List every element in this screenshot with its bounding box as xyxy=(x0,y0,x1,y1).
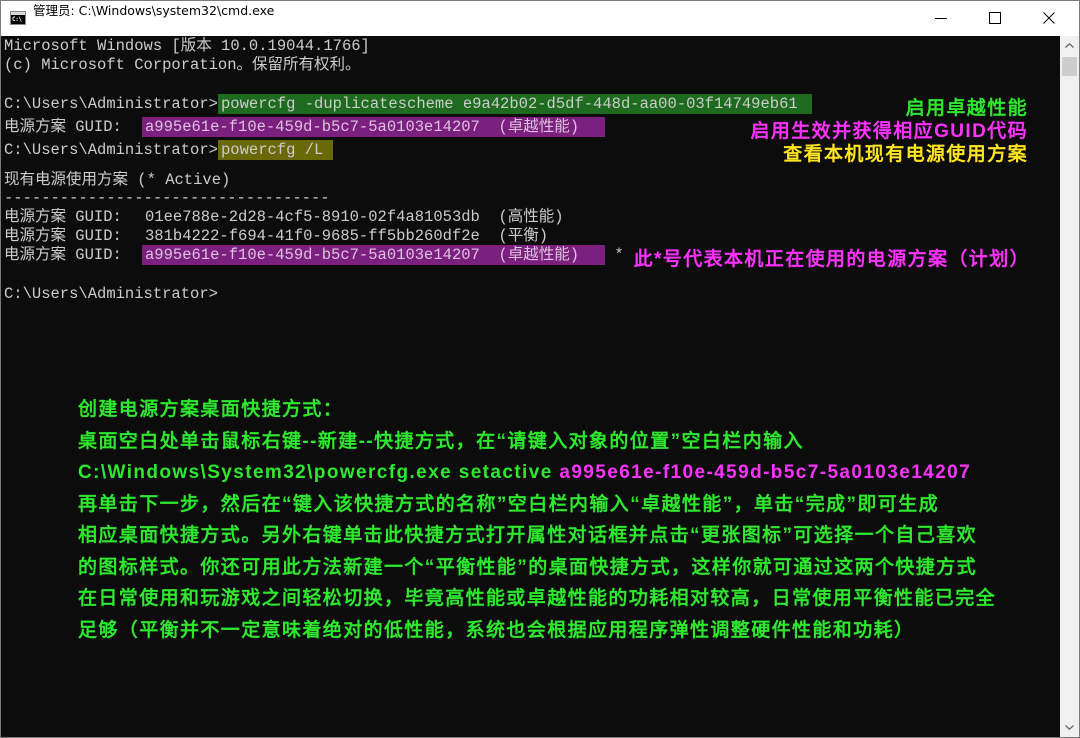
scheme-row: 电源方案 GUID: 01ee788e-2d28-4cf5-8910-02f4a8… xyxy=(4,208,564,227)
window-title: 管理员: C:\Windows\system32\cmd.exe xyxy=(33,3,275,18)
scheme-label: 电源方案 GUID: xyxy=(4,118,122,136)
instructions-command-line: C:\Windows\System32\powercfg.exe setacti… xyxy=(78,457,996,489)
scheme-list-separator: ----------------------------------- xyxy=(4,189,330,207)
instructions-line: 的图标样式。你还可用此方法新建一个“平衡性能”的桌面快捷方式，这样你就可通过这两… xyxy=(78,556,978,578)
instructions-heading: 创建电源方案桌面快捷方式： xyxy=(78,399,344,420)
annotation-list-schemes: 查看本机现有电源使用方案 xyxy=(783,144,1028,165)
scheme-row: 电源方案 GUID: 381b4222-f694-41f0-9685-ff5bb2… xyxy=(4,227,548,246)
cmd-icon-label: C:\ xyxy=(12,16,22,23)
new-scheme-guid: a995e61e-f10e-459d-b5c7-5a0103e14207 (卓越… xyxy=(142,117,605,137)
scheme-row-active: 电源方案 GUID: a995e61e-f10e-459d-b5c7-5a0103… xyxy=(4,245,624,265)
scheme-list-title: 现有电源使用方案 (* Active) xyxy=(4,171,231,189)
prompt: C:\Users\Administrator> xyxy=(4,95,218,113)
scroll-up-button[interactable] xyxy=(1060,36,1079,55)
prompt: C:\Users\Administrator> xyxy=(4,141,218,159)
chevron-down-icon xyxy=(1065,725,1074,730)
banner-version-line: Microsoft Windows [版本 10.0.19044.1766] xyxy=(4,37,370,55)
cmd-icon-strip xyxy=(11,12,25,15)
close-icon xyxy=(1043,12,1055,24)
scheme-label: 电源方案 GUID: xyxy=(4,227,122,245)
title-bar[interactable]: C:\ 管理员: C:\Windows\system32\cmd.exe xyxy=(0,0,1080,36)
command-line-duplicatescheme: C:\Users\Administrator> powercfg -duplica… xyxy=(4,94,812,114)
command-line-current: C:\Users\Administrator> xyxy=(4,285,218,304)
command-list: powercfg /L xyxy=(218,140,333,160)
minimize-button[interactable] xyxy=(914,0,968,36)
instructions-line: 相应桌面快捷方式。另外右键单击此快捷方式打开属性对话框并点击“更张图标”可选择一… xyxy=(78,525,978,546)
command-duplicatescheme: powercfg -duplicatescheme e9a42b02-d5df-… xyxy=(218,94,812,114)
close-button[interactable] xyxy=(1022,0,1076,36)
scheme-label: 电源方案 GUID: xyxy=(4,246,122,264)
instructions-line: 桌面空白处单击鼠标右键--新建--快捷方式，在“请键入对象的位置”空白栏内输入 xyxy=(78,430,804,452)
active-scheme-marker: * xyxy=(614,246,624,264)
scheme-guid-highlighted: a995e61e-f10e-459d-b5c7-5a0103e14207 (卓越… xyxy=(142,245,605,265)
vertical-scrollbar[interactable] xyxy=(1060,36,1079,737)
annotation-get-guid: 启用生效并获得相应GUID代码 xyxy=(750,121,1028,142)
cmd-window: C:\ 管理员: C:\Windows\system32\cmd.exe Mic… xyxy=(0,0,1080,738)
annotation-active-mark: 此*号代表本机正在使用的电源方案（计划） xyxy=(633,249,1030,270)
scroll-down-button[interactable] xyxy=(1060,718,1079,737)
banner-copyright-line: (c) Microsoft Corporation。保留所有权利。 xyxy=(4,56,361,74)
duplicate-output-line: 电源方案 GUID: a995e61e-f10e-459d-b5c7-5a0103… xyxy=(4,117,605,137)
maximize-button[interactable] xyxy=(968,0,1022,36)
maximize-icon xyxy=(989,12,1001,24)
annotation-enable-ultimate: 启用卓越性能 xyxy=(905,98,1028,119)
shortcut-instructions: 创建电源方案桌面快捷方式： 桌面空白处单击鼠标右键--新建--快捷方式，在“请键… xyxy=(78,394,996,646)
scheme-guid: 381b4222-f694-41f0-9685-ff5bb260df2e (平衡… xyxy=(145,227,549,245)
shortcut-command-guid: a995e61e-f10e-459d-b5c7-5a0103e14207 xyxy=(559,462,972,483)
prompt: C:\Users\Administrator> xyxy=(4,285,218,303)
command-line-list: C:\Users\Administrator> powercfg /L xyxy=(4,140,333,160)
instructions-line: 在日常使用和玩游戏之间轻松切换，毕竟高性能或卓越性能的功耗相对较高，日常使用平衡… xyxy=(78,588,997,609)
chevron-up-icon xyxy=(1065,43,1074,48)
minimize-icon xyxy=(935,18,947,19)
instructions-line: 再单击下一步，然后在“键入该快捷方式的名称”空白栏内输入“卓越性能”，单击“完成… xyxy=(78,493,940,515)
shortcut-command: C:\Windows\System32\powercfg.exe setacti… xyxy=(78,462,553,483)
cmd-icon[interactable]: C:\ xyxy=(10,11,26,25)
scrollbar-thumb[interactable] xyxy=(1062,57,1077,76)
scheme-guid: 01ee788e-2d28-4cf5-8910-02f4a81053db (高性… xyxy=(145,208,564,226)
instructions-line: 足够（平衡并不一定意味着绝对的低性能，系统也会根据应用程序弹性调整硬件性能和功耗… xyxy=(78,619,915,641)
scheme-label: 电源方案 GUID: xyxy=(4,208,122,226)
console-area[interactable]: Microsoft Windows [版本 10.0.19044.1766] (… xyxy=(0,36,1060,737)
